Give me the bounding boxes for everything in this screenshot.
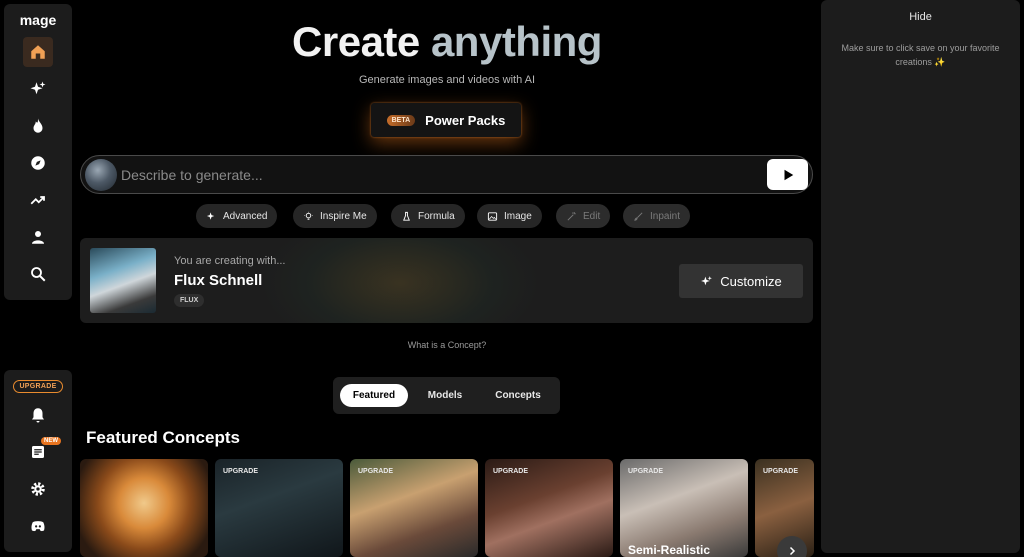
- tab-group: Featured Models Concepts: [333, 377, 560, 414]
- hide-button[interactable]: Hide: [821, 11, 1020, 23]
- sidebar-bottom: UPGRADE NEW: [4, 370, 72, 552]
- sparkles-icon: [206, 211, 215, 220]
- option-chips: Advanced Inspire Me Formula Image Edit I…: [80, 204, 814, 228]
- chip-label: Inpaint: [650, 210, 681, 222]
- model-thumbnail: [90, 248, 156, 313]
- generate-button[interactable]: [767, 159, 808, 190]
- upgrade-badge: UPGRADE: [223, 468, 259, 475]
- power-packs-button[interactable]: BETA Power Packs: [371, 103, 521, 137]
- prompt-input[interactable]: [121, 165, 761, 185]
- concept-name: Semi-Realistic: [628, 543, 711, 557]
- logo[interactable]: mage: [4, 12, 72, 28]
- advanced-chip[interactable]: Advanced: [196, 204, 278, 228]
- flame-icon[interactable]: [23, 111, 53, 141]
- home-icon[interactable]: [23, 37, 53, 67]
- concept-card[interactable]: UPGRADE: [215, 459, 343, 557]
- gear-icon[interactable]: [23, 474, 53, 504]
- flask-icon: [403, 211, 410, 221]
- new-badge: NEW: [41, 437, 61, 445]
- image-chip[interactable]: Image: [477, 204, 542, 228]
- chip-label: Image: [504, 210, 532, 222]
- concept-card[interactable]: [80, 459, 208, 557]
- model-subtitle: You are creating with...: [174, 255, 286, 267]
- upgrade-badge: UPGRADE: [763, 468, 799, 475]
- concept-card[interactable]: UPGRADE: [485, 459, 613, 557]
- chip-label: Inspire Me: [320, 210, 367, 222]
- bulb-icon: [304, 211, 313, 220]
- upgrade-badge: UPGRADE: [493, 468, 529, 475]
- model-card[interactable]: You are creating with... Flux Schnell FL…: [80, 238, 813, 323]
- wand-icon: [567, 211, 576, 220]
- beta-badge: BETA: [386, 114, 416, 126]
- bell-icon[interactable]: [23, 400, 53, 430]
- concept-card[interactable]: UPGRADE Semi-Realistic: [620, 459, 748, 557]
- brush-icon: [634, 212, 643, 221]
- sparkles-icon: [701, 275, 713, 285]
- model-tag: FLUX: [174, 294, 205, 307]
- search-icon[interactable]: [23, 259, 53, 289]
- panel-message: Make sure to click save on your favorite…: [841, 43, 1000, 67]
- discord-icon[interactable]: [23, 511, 53, 541]
- chip-label: Advanced: [223, 210, 268, 222]
- tab-featured[interactable]: Featured: [340, 384, 408, 407]
- title-word-create: Create: [292, 18, 420, 65]
- image-icon: [487, 211, 498, 221]
- inspire-me-chip[interactable]: Inspire Me: [293, 204, 377, 228]
- right-panel: Hide Make sure to click save on your fav…: [821, 0, 1020, 553]
- play-icon: [784, 169, 793, 180]
- chip-label: Formula: [418, 210, 455, 222]
- chevron-right-icon: [789, 546, 796, 556]
- page-title: Create anything: [80, 18, 814, 66]
- title-word-anything: anything: [430, 18, 603, 65]
- card-glow: [260, 238, 540, 323]
- user-icon[interactable]: [23, 222, 53, 252]
- formula-chip[interactable]: Formula: [391, 204, 465, 228]
- customize-button[interactable]: Customize: [679, 264, 803, 298]
- customize-label: Customize: [720, 273, 782, 289]
- inpaint-chip[interactable]: Inpaint: [623, 204, 691, 228]
- tab-concepts[interactable]: Concepts: [483, 384, 553, 407]
- what-is-concept-link[interactable]: What is a Concept?: [80, 340, 814, 350]
- edit-chip[interactable]: Edit: [556, 204, 611, 228]
- tab-models[interactable]: Models: [413, 384, 477, 407]
- upgrade-button[interactable]: UPGRADE: [13, 380, 63, 393]
- sidebar-top: mage: [4, 4, 72, 300]
- upgrade-badge: UPGRADE: [628, 468, 664, 475]
- sparkles-icon[interactable]: [23, 74, 53, 104]
- concept-card[interactable]: UPGRADE: [350, 459, 478, 557]
- avatar[interactable]: [85, 159, 117, 191]
- page-subtitle: Generate images and videos with AI: [358, 74, 536, 86]
- compass-icon[interactable]: [23, 148, 53, 178]
- prompt-bar: [80, 155, 813, 194]
- chip-label: Edit: [583, 210, 601, 222]
- upgrade-badge: UPGRADE: [358, 468, 394, 475]
- trending-icon[interactable]: [23, 185, 53, 215]
- power-packs-label: Power Packs: [425, 112, 506, 128]
- section-title: Featured Concepts: [86, 428, 240, 447]
- model-name: Flux Schnell: [174, 272, 263, 289]
